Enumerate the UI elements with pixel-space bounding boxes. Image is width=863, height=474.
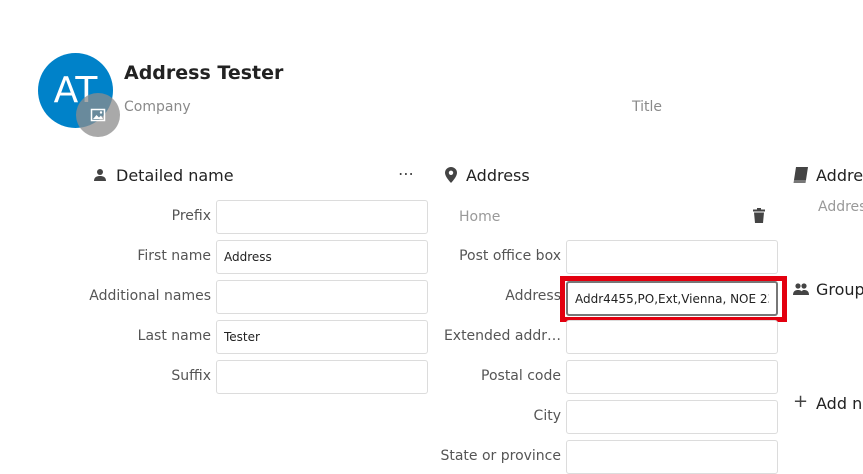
address-input[interactable] <box>566 281 778 316</box>
suffix-label: Suffix <box>171 368 211 384</box>
addressbook-icon <box>792 166 808 184</box>
po-box-input[interactable] <box>566 240 778 274</box>
title-field[interactable]: Title <box>632 99 662 115</box>
location-pin-icon <box>444 166 458 184</box>
prefix-input[interactable] <box>216 200 428 234</box>
groups-title: Groups <box>816 280 863 299</box>
add-new-button[interactable]: Add ne <box>816 394 863 413</box>
state-label: State or province <box>440 448 561 464</box>
prefix-label: Prefix <box>171 208 211 224</box>
company-field[interactable]: Company <box>124 99 191 115</box>
addressbook-select[interactable]: Addres <box>818 199 863 215</box>
city-label: City <box>533 408 561 424</box>
postal-code-label: Postal code <box>481 368 561 384</box>
address-label: Address <box>505 288 561 304</box>
plus-icon[interactable]: + <box>793 392 808 412</box>
suffix-input[interactable] <box>216 360 428 394</box>
city-input[interactable] <box>566 400 778 434</box>
more-icon[interactable]: ⋯ <box>398 164 414 183</box>
last-name-label: Last name <box>137 328 211 344</box>
po-box-label: Post office box <box>459 248 561 264</box>
last-name-input[interactable] <box>216 320 428 354</box>
addressbook-title: Addres <box>816 166 863 185</box>
image-icon <box>90 108 106 122</box>
detailed-name-title: Detailed name <box>116 166 234 185</box>
first-name-label: First name <box>137 248 211 264</box>
groups-icon <box>792 281 809 297</box>
address-title: Address <box>466 166 530 185</box>
person-icon <box>92 167 108 183</box>
first-name-input[interactable] <box>216 240 428 274</box>
address-type-select[interactable]: Home <box>459 209 500 225</box>
contact-name[interactable]: Address Tester <box>124 62 283 84</box>
postal-code-input[interactable] <box>566 360 778 394</box>
extended-address-label: Extended addr… <box>443 328 561 344</box>
additional-names-input[interactable] <box>216 280 428 314</box>
additional-names-label: Additional names <box>89 288 211 304</box>
extended-address-input[interactable] <box>566 320 778 354</box>
trash-icon[interactable] <box>751 207 767 224</box>
state-input[interactable] <box>566 440 778 474</box>
change-avatar-button[interactable] <box>76 93 120 137</box>
